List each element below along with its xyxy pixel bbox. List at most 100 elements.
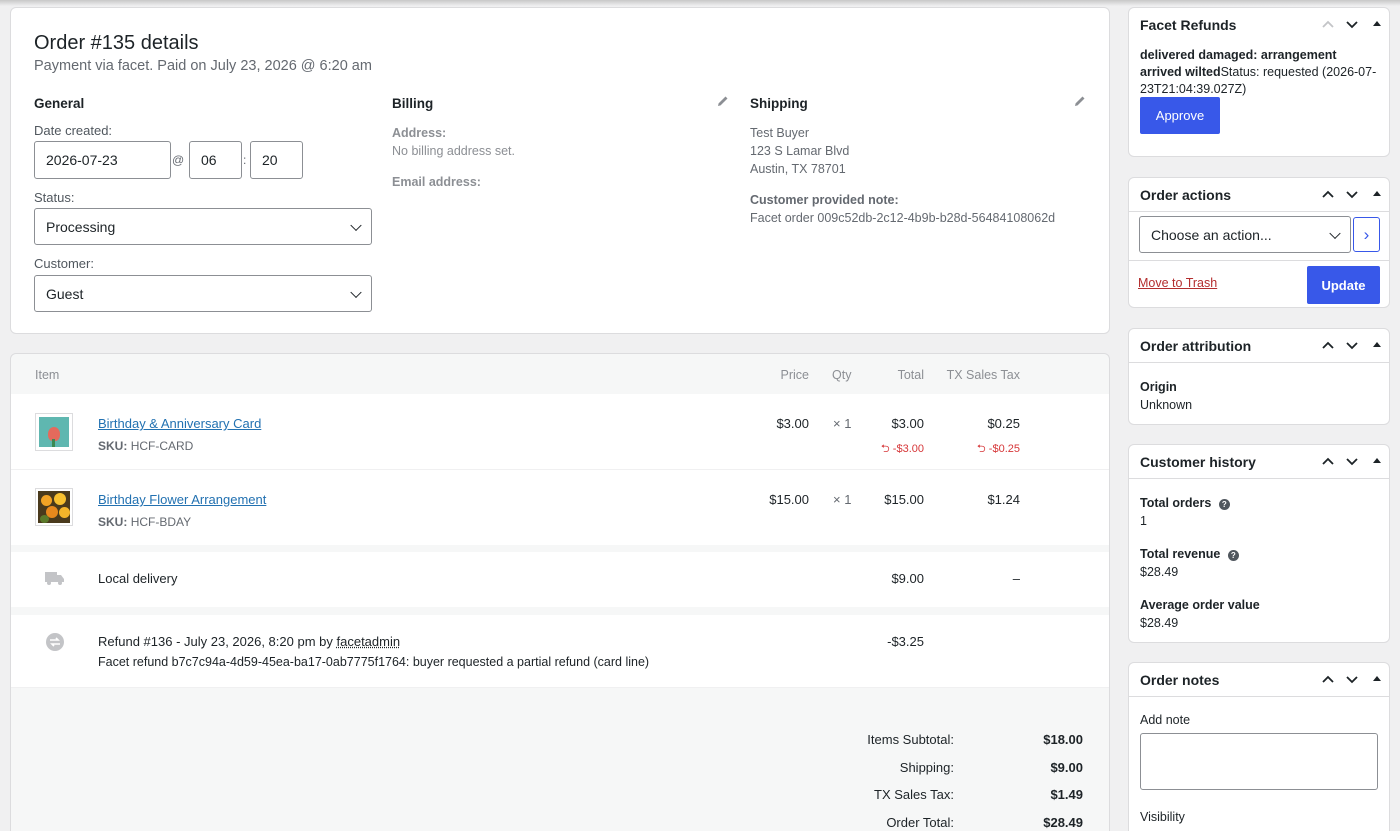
- customer-label: Customer:: [34, 256, 94, 271]
- items-subtotal-value: $18.00: [1043, 732, 1083, 747]
- collapse-toggle-icon[interactable]: [1369, 453, 1385, 469]
- shipping-city: Austin, TX 78701: [750, 162, 846, 176]
- add-note-textarea[interactable]: [1140, 733, 1378, 790]
- collapse-toggle-icon[interactable]: [1369, 337, 1385, 353]
- page-title: Order #135 details: [34, 32, 199, 54]
- item-sku: SKU: HCF-BDAY: [98, 515, 191, 529]
- refund-reason: Facet refund b7c7c94a-4d59-45ea-ba17-0ab…: [98, 655, 650, 669]
- shipping-name: Test Buyer: [750, 126, 810, 140]
- billing-address-label: Address:: [392, 126, 447, 140]
- payment-subtitle: Payment via facet. Paid on July 23, 2026…: [34, 58, 372, 74]
- billing-heading: Billing: [392, 96, 434, 111]
- customer-note: Facet order 009c52db-2c12-4b9b-b28d-5648…: [750, 211, 1056, 225]
- help-icon[interactable]: ?: [1218, 499, 1230, 510]
- sales-tax-label: TX Sales Tax:: [874, 787, 954, 802]
- order-action-select[interactable]: Choose an action...: [1139, 216, 1351, 253]
- sku-label: SKU:: [98, 515, 128, 529]
- edit-billing-pencil-icon[interactable]: [717, 95, 729, 107]
- update-button[interactable]: Update: [1307, 266, 1380, 304]
- shipping-total-value: $9.00: [1050, 760, 1083, 775]
- order-action-value: Choose an action...: [1151, 226, 1272, 243]
- order-actions-box: Order actions Choose an action... › Move…: [1128, 177, 1390, 308]
- flower-thumbnail: [35, 488, 73, 526]
- time-colon: :: [243, 153, 247, 167]
- refund-arrow-icon: ⮌: [880, 443, 890, 455]
- collapse-toggle-icon[interactable]: [1369, 186, 1385, 202]
- table-row: Birthday Flower Arrangement SKU: HCF-BDA…: [11, 470, 1109, 545]
- move-down-icon[interactable]: [1344, 186, 1360, 202]
- status-label: Status:: [34, 190, 75, 205]
- move-down-icon[interactable]: [1344, 16, 1360, 32]
- card-thumbnail: [35, 413, 73, 451]
- at-symbol: @: [172, 153, 185, 167]
- refunded-total-value: -$3.00: [892, 443, 924, 455]
- status-select[interactable]: Processing: [34, 208, 372, 245]
- move-up-icon[interactable]: [1320, 337, 1336, 353]
- col-qty-header: Qty: [832, 368, 852, 382]
- refunded-tax-value: -$0.25: [988, 443, 1020, 455]
- sku-label: SKU:: [98, 439, 128, 453]
- item-price: $3.00: [776, 416, 809, 431]
- minute-input[interactable]: 20: [250, 141, 303, 179]
- apply-action-button[interactable]: ›: [1353, 217, 1380, 252]
- order-items-panel: Item Price Qty Total TX Sales Tax Birthd…: [10, 353, 1110, 831]
- billing-address-value: No billing address set.: [392, 144, 515, 158]
- refund-title: Refund #136 - July 23, 2026, 8:20 pm by …: [98, 634, 400, 649]
- item-name-link[interactable]: Birthday & Anniversary Card: [98, 416, 261, 431]
- move-down-icon[interactable]: [1344, 453, 1360, 469]
- total-revenue-value: $28.49: [1140, 565, 1179, 579]
- refund-icon: [46, 633, 64, 651]
- help-icon[interactable]: ?: [1227, 550, 1239, 561]
- move-up-icon[interactable]: [1320, 186, 1336, 202]
- table-row: Birthday & Anniversary Card SKU: HCF-CAR…: [11, 394, 1109, 470]
- item-name-link[interactable]: Birthday Flower Arrangement: [98, 492, 266, 507]
- order-attribution-box: Order attribution Origin Unknown: [1128, 328, 1390, 425]
- move-up-icon[interactable]: [1320, 16, 1336, 32]
- order-actions-divider: [1129, 260, 1389, 261]
- order-notes-box: Order notes Add note Visibility: [1128, 662, 1390, 831]
- truck-icon: [45, 572, 64, 585]
- general-heading: General: [34, 96, 85, 111]
- edit-shipping-pencil-icon[interactable]: [1074, 95, 1086, 107]
- hour-input[interactable]: 06: [189, 141, 242, 179]
- date-created-label: Date created:: [34, 123, 113, 138]
- item-total: $15.00: [884, 492, 924, 507]
- origin-value: Unknown: [1140, 398, 1193, 412]
- sku-value: HCF-CARD: [130, 439, 194, 453]
- refund-line: Refund #136 - July 23, 2026, 8:20 pm by …: [11, 615, 1109, 688]
- total-revenue-label-text: Total revenue: [1140, 547, 1221, 561]
- shipping-line-tax: –: [1012, 571, 1020, 586]
- billing-email-label: Email address:: [392, 175, 481, 189]
- collapse-toggle-icon[interactable]: [1369, 671, 1385, 687]
- item-tax: $0.25: [987, 416, 1020, 431]
- shipping-line: Local delivery $9.00 –: [11, 552, 1109, 607]
- move-down-icon[interactable]: [1344, 337, 1360, 353]
- col-item-header: Item: [35, 368, 60, 382]
- move-down-icon[interactable]: [1344, 671, 1360, 687]
- customer-history-title: Customer history: [1140, 454, 1256, 470]
- items-subtotal-label: Items Subtotal:: [867, 732, 954, 747]
- move-up-icon[interactable]: [1320, 453, 1336, 469]
- order-total-label: Order Total:: [886, 815, 954, 830]
- customer-select[interactable]: Guest: [34, 275, 372, 312]
- collapse-toggle-icon[interactable]: [1369, 16, 1385, 32]
- shipping-street: 123 S Lamar Blvd: [750, 144, 850, 158]
- visibility-label: Visibility: [1140, 810, 1185, 824]
- shipping-line-total: $9.00: [891, 571, 924, 586]
- approve-button[interactable]: Approve: [1140, 97, 1220, 134]
- move-up-icon[interactable]: [1320, 671, 1336, 687]
- customer-history-box: Customer history Total orders ? 1 Total …: [1128, 444, 1390, 643]
- order-notes-title: Order notes: [1140, 672, 1220, 688]
- date-created-input[interactable]: 2026-07-23: [34, 141, 171, 179]
- item-qty: × 1: [833, 492, 852, 507]
- item-qty: × 1: [833, 416, 852, 431]
- col-tax-header: TX Sales Tax: [946, 368, 1020, 382]
- move-to-trash-link[interactable]: Move to Trash: [1138, 276, 1217, 290]
- refund-arrow-icon: ⮌: [976, 443, 986, 455]
- refund-amount: -$3.25: [887, 634, 924, 649]
- order-total-value: $28.49: [1043, 815, 1083, 830]
- shipping-heading: Shipping: [750, 96, 808, 111]
- shipping-method-name: Local delivery: [98, 571, 178, 586]
- facet-refunds-box: Facet Refunds delivered damaged: arrange…: [1128, 7, 1390, 157]
- refunded-total: ⮌ -$3.00: [881, 440, 924, 459]
